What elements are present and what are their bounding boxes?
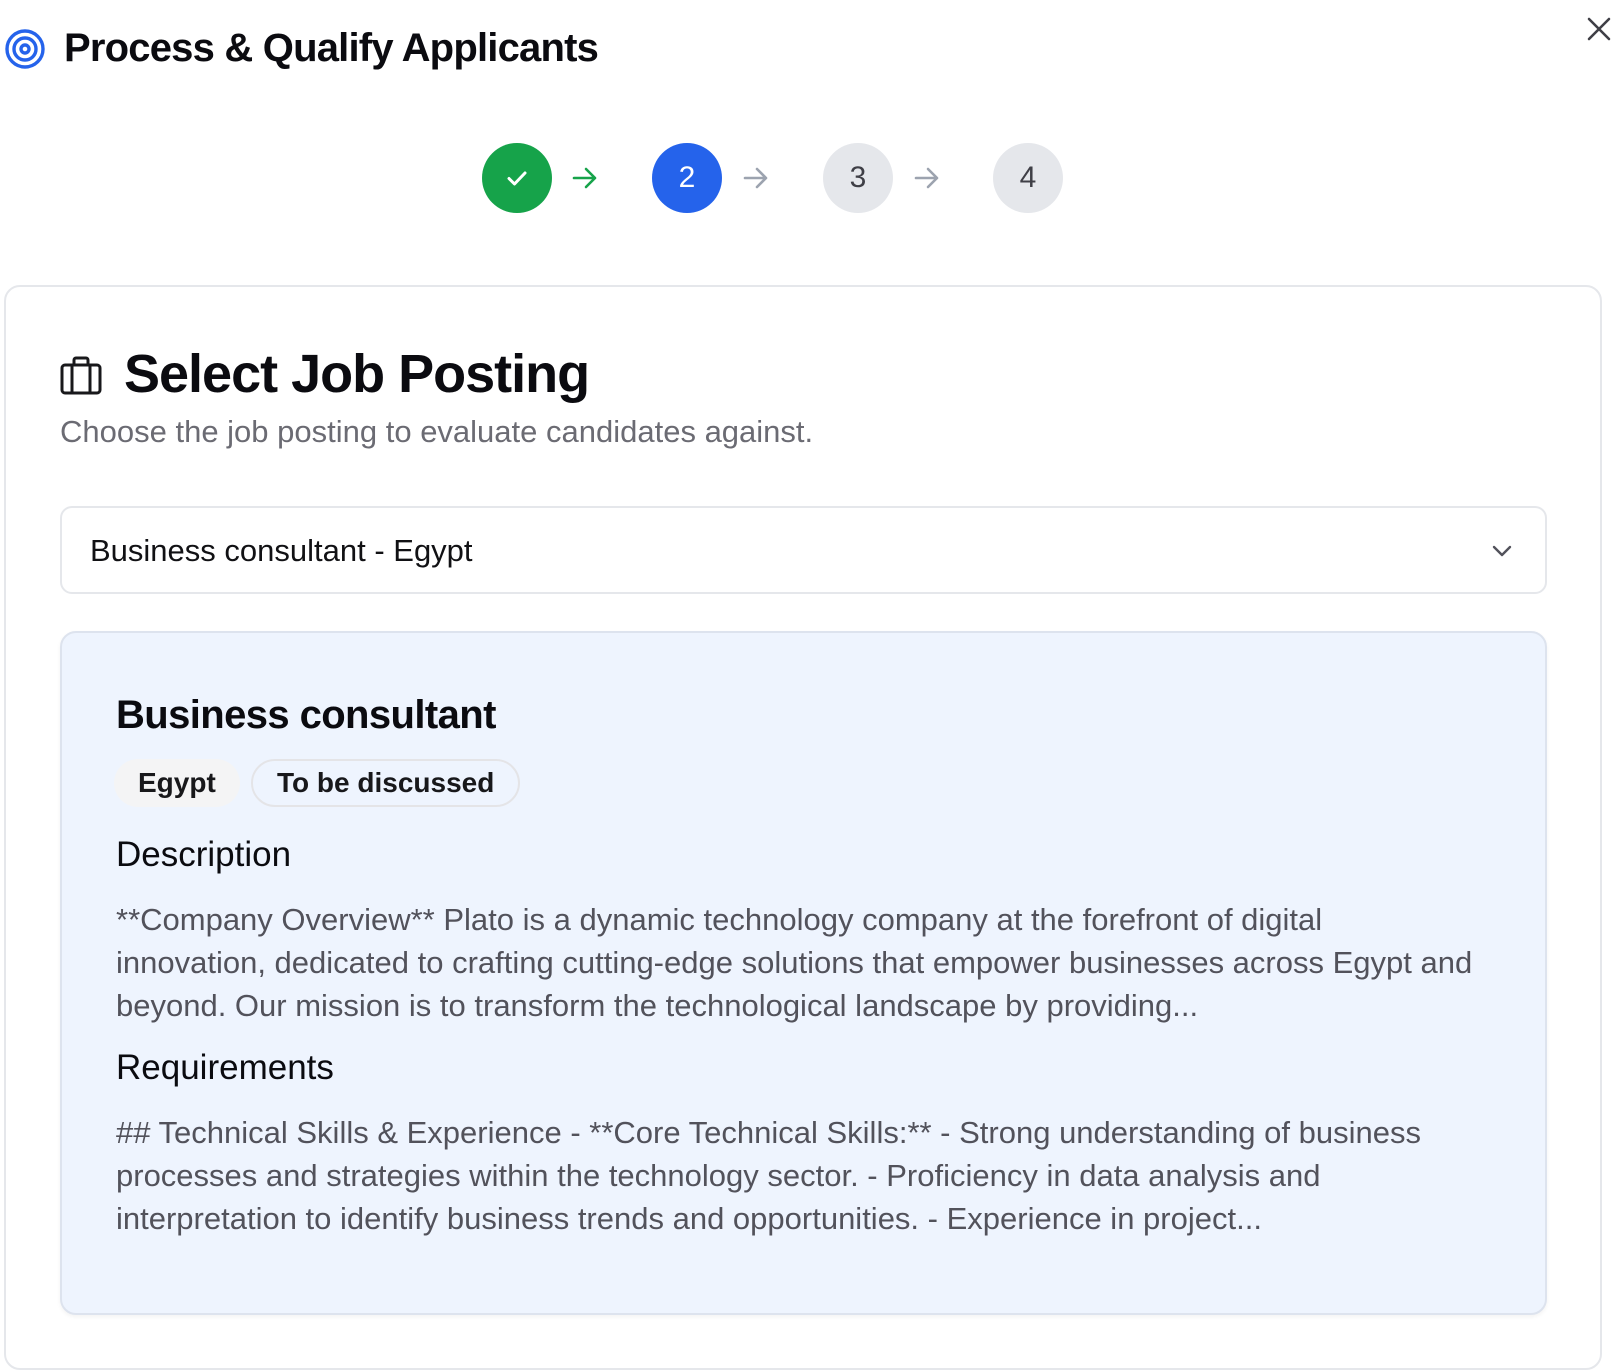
salary-badge: To be discussed — [251, 759, 521, 807]
chevron-down-icon — [1492, 545, 1512, 557]
description-text: **Company Overview** Plato is a dynamic … — [116, 902, 1473, 1023]
requirements-text: ## Technical Skills & Experience - **Cor… — [116, 1115, 1421, 1236]
location-badge: Egypt — [114, 759, 240, 807]
step-2-active[interactable]: 2 — [652, 143, 722, 213]
job-posting-select-value: Business consultant - Egypt — [90, 533, 473, 568]
check-icon — [507, 171, 527, 186]
job-posting-select[interactable]: Business consultant - Egypt — [60, 506, 1547, 594]
card-title: Select Job Posting — [124, 344, 590, 404]
briefcase-icon — [60, 356, 102, 395]
dialog-title: Process & Qualify Applicants — [64, 26, 599, 70]
arrow-right-icon — [914, 167, 939, 189]
step-1-completed[interactable] — [482, 143, 552, 213]
card-subtitle: Choose the job posting to evaluate candi… — [60, 414, 814, 449]
close-icon[interactable] — [1582, 12, 1616, 46]
stepper: 2 3 4 — [0, 143, 1617, 215]
requirements-heading: Requirements — [116, 1048, 334, 1087]
arrow-right-icon — [743, 167, 768, 189]
step-3[interactable]: 3 — [823, 143, 893, 213]
job-title: Business consultant — [116, 693, 496, 737]
target-icon — [5, 29, 45, 69]
select-job-card: Select Job Posting Choose the job postin… — [4, 285, 1602, 1370]
job-details-panel: Business consultant Egypt To be discusse… — [60, 631, 1547, 1315]
step-4[interactable]: 4 — [993, 143, 1063, 213]
description-heading: Description — [116, 835, 292, 874]
arrow-right-icon — [572, 167, 597, 189]
